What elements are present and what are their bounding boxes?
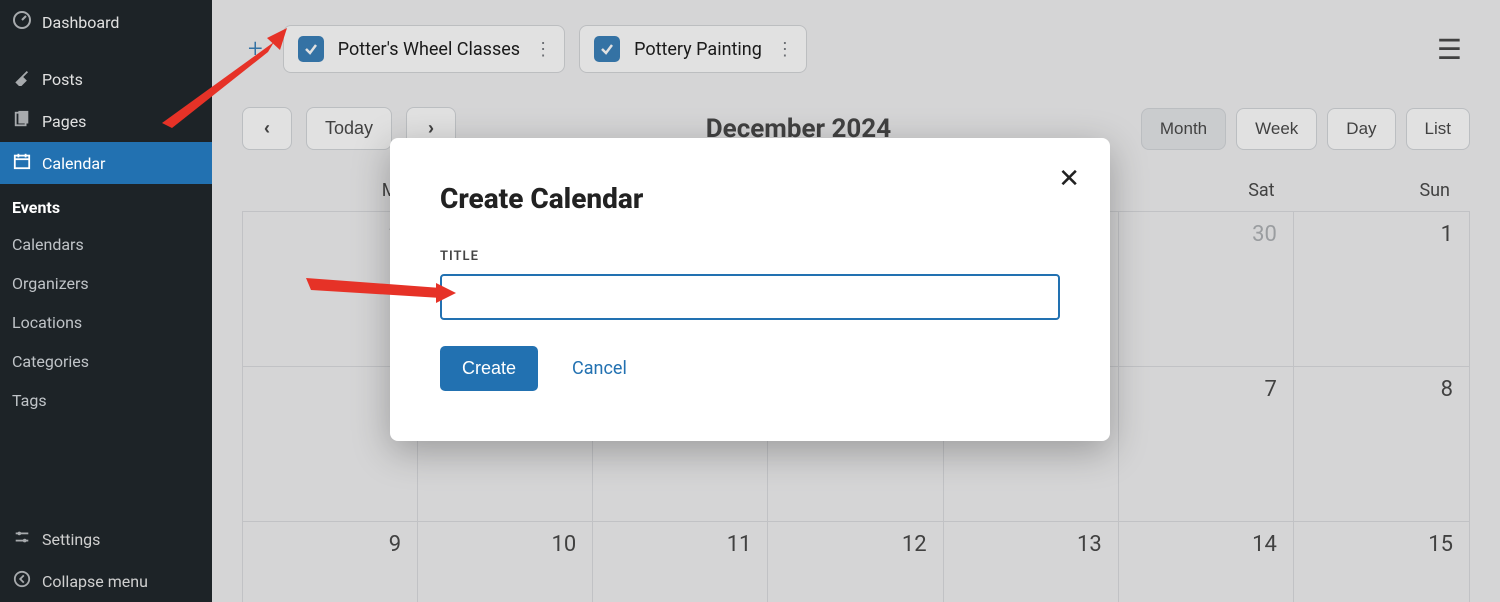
title-input[interactable] (440, 274, 1060, 320)
sidebar-label: Calendar (42, 154, 105, 173)
sidebar-item-dashboard[interactable]: Dashboard (0, 0, 212, 44)
sidebar-item-pages[interactable]: Pages (0, 100, 212, 142)
sidebar-label: Posts (42, 70, 83, 89)
sidebar-label: Pages (42, 112, 86, 131)
create-calendar-modal: ✕ Create Calendar TITLE Create Cancel (390, 138, 1110, 441)
sidebar-item-calendar[interactable]: Calendar (0, 142, 212, 184)
field-label: TITLE (440, 249, 1060, 264)
sidebar-sub-calendars[interactable]: Calendars (0, 225, 212, 264)
sidebar-item-collapse[interactable]: Collapse menu (0, 560, 212, 602)
sidebar-label: Collapse menu (42, 572, 148, 591)
calendar-icon (12, 152, 32, 174)
admin-sidebar: Dashboard Posts Pages Calendar Events Ca… (0, 0, 212, 602)
sliders-icon (12, 528, 32, 550)
sidebar-item-posts[interactable]: Posts (0, 58, 212, 100)
pages-icon (12, 110, 32, 132)
cancel-button[interactable]: Cancel (572, 358, 627, 379)
sidebar-label: Settings (42, 530, 100, 549)
create-button[interactable]: Create (440, 346, 538, 391)
sidebar-label: Dashboard (42, 13, 119, 32)
dashboard-icon (12, 10, 32, 34)
sidebar-sub-locations[interactable]: Locations (0, 303, 212, 342)
close-icon[interactable]: ✕ (1058, 164, 1080, 194)
collapse-icon (12, 570, 32, 592)
sidebar-item-settings[interactable]: Settings (0, 518, 212, 560)
sidebar-sub-tags[interactable]: Tags (0, 381, 212, 420)
sidebar-heading-events: Events (0, 184, 212, 225)
sidebar-sub-categories[interactable]: Categories (0, 342, 212, 381)
pin-icon (12, 68, 32, 90)
modal-title: Create Calendar (440, 182, 1060, 215)
sidebar-sub-organizers[interactable]: Organizers (0, 264, 212, 303)
